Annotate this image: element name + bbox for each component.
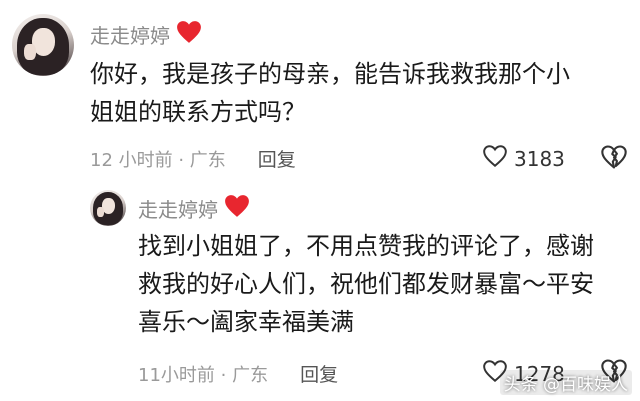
broken-heart-icon <box>600 145 628 174</box>
avatar-hand <box>97 207 104 217</box>
comment-meta: 12 小时前 · 广东 回复 <box>90 145 296 172</box>
reply-time-location: 11小时前 · 广东 <box>138 364 269 386</box>
comment-time-location: 12 小时前 · 广东 <box>90 149 226 171</box>
watermark: 头条 @百味娱人 <box>499 370 632 395</box>
avatar[interactable] <box>12 14 74 76</box>
like-button[interactable]: 3183 <box>482 144 565 173</box>
reply-button[interactable]: 回复 <box>300 360 338 387</box>
reply-text-line: 找到小姐姐了，不用点赞我的评论了，感谢 <box>138 232 594 260</box>
reply-text-line: 喜乐～阖家幸福美满 <box>138 308 354 336</box>
comment-text: 你好，我是孩子的母亲，能告诉我救我那个小 姐姐的联系方式吗？ <box>90 55 630 131</box>
reply-text: 找到小姐姐了，不用点赞我的评论了，感谢 救我的好心人们，祝他们都发财暴富～平安 … <box>138 227 634 341</box>
like-count: 3183 <box>514 146 565 171</box>
dislike-button[interactable] <box>600 144 628 174</box>
reply-button[interactable]: 回复 <box>258 145 296 172</box>
username-text: 走走婷婷 <box>138 198 218 222</box>
heart-outline-icon <box>482 144 514 173</box>
red-heart-icon <box>224 194 250 223</box>
reply-username[interactable]: 走走婷婷 <box>138 194 250 223</box>
comment-text-line: 你好，我是孩子的母亲，能告诉我救我那个小 <box>90 60 570 88</box>
reply-avatar[interactable] <box>90 190 126 226</box>
reply-text-line: 救我的好心人们，祝他们都发财暴富～平安 <box>138 270 594 298</box>
red-heart-icon <box>176 20 202 49</box>
comment-username[interactable]: 走走婷婷 <box>90 20 202 49</box>
username-text: 走走婷婷 <box>90 24 170 48</box>
comment-text-line: 姐姐的联系方式吗？ <box>90 98 306 126</box>
avatar-hand <box>24 43 36 60</box>
reply-meta: 11小时前 · 广东 回复 <box>138 360 338 387</box>
